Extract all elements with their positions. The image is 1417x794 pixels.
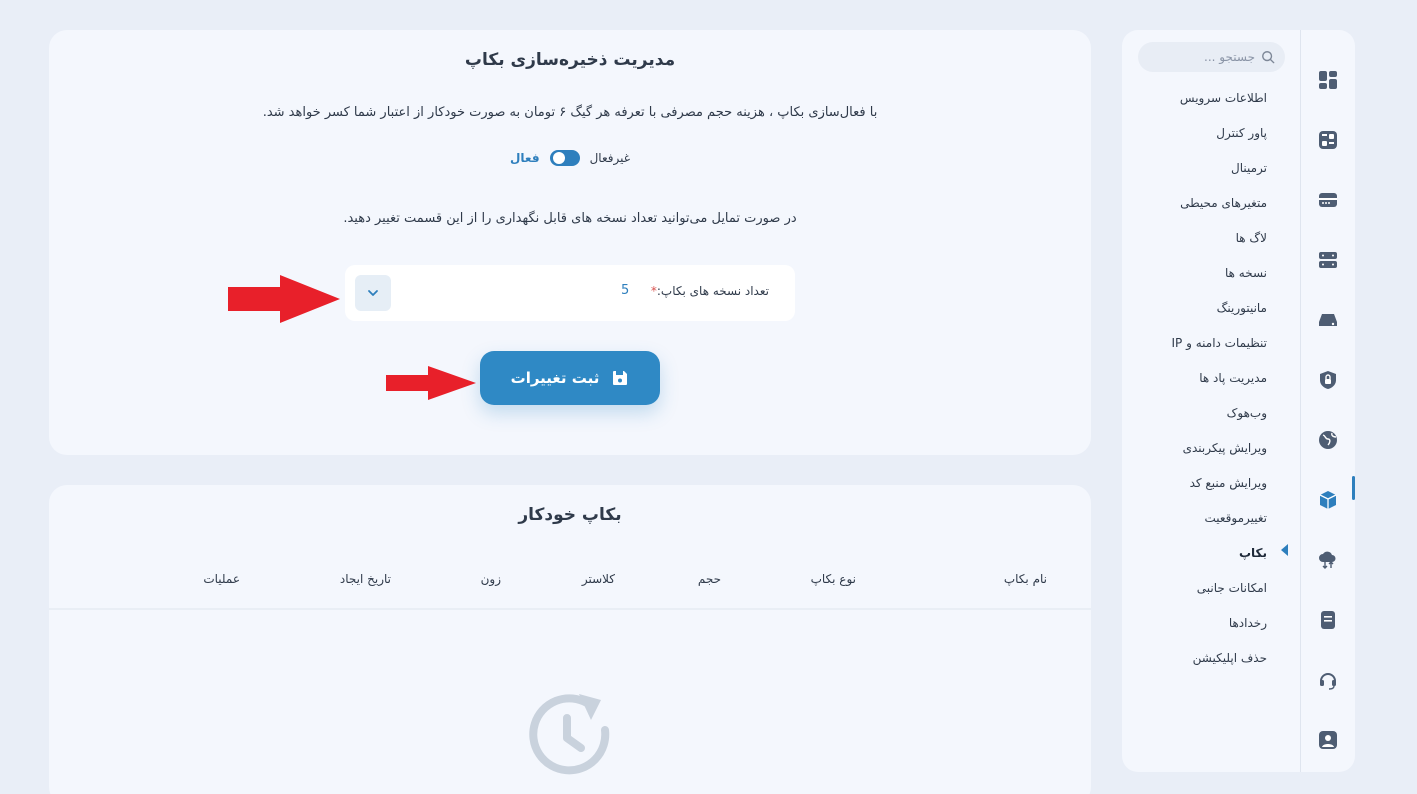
versions-hint: در صورت تمایل می‌توانید تعداد نسخه های ق… bbox=[343, 211, 797, 226]
sidebar-menu: اطلاعات سرویس پاور کنترل ترمینال متغیرها… bbox=[1140, 80, 1270, 675]
backup-table-header: نام بکاپ نوع بکاپ حجم کلاستر زون تاریخ ا… bbox=[49, 560, 1091, 610]
column-backup-type: نوع بکاپ bbox=[810, 572, 856, 586]
active-item-caret-icon bbox=[1281, 544, 1288, 556]
sidebar-item-service-info[interactable]: اطلاعات سرویس bbox=[1140, 80, 1270, 115]
search-input[interactable] bbox=[1155, 50, 1255, 64]
column-cluster: کلاستر bbox=[581, 572, 615, 586]
backup-versions-select[interactable]: تعداد نسخه های بکاپ:* 5 bbox=[345, 265, 795, 321]
package-icon[interactable] bbox=[1310, 470, 1346, 530]
user-icon[interactable] bbox=[1310, 710, 1346, 770]
toggle-knob bbox=[552, 152, 565, 164]
save-button-label: ثبت تغییرات bbox=[510, 369, 600, 387]
auto-backup-card: بکاپ خودکار نام بکاپ نوع بکاپ حجم کلاستر… bbox=[49, 485, 1091, 794]
annotation-arrow-icon bbox=[386, 366, 476, 400]
sidebar-item-domain-ip[interactable]: تنظیمات دامنه و IP bbox=[1140, 325, 1270, 360]
rail-active-indicator bbox=[1352, 476, 1355, 500]
storage-icon[interactable] bbox=[1310, 290, 1346, 350]
chevron-down-icon[interactable] bbox=[355, 275, 391, 311]
backup-toggle-row: غیرفعال فعال bbox=[49, 150, 1091, 166]
headset-icon[interactable] bbox=[1310, 650, 1346, 710]
sidebar-item-relocate[interactable]: تغییرموقعیت bbox=[1140, 500, 1270, 535]
dashboard-icon[interactable] bbox=[1310, 50, 1346, 110]
column-size: حجم bbox=[697, 572, 721, 586]
toggle-off-label: غیرفعال bbox=[589, 151, 630, 165]
backup-cost-description: با فعال‌سازی بکاپ ، هزینه حجم مصرفی با ت… bbox=[262, 105, 878, 120]
sidebar-item-monitoring[interactable]: مانیتورینگ bbox=[1140, 290, 1270, 325]
sidebar-search[interactable] bbox=[1138, 42, 1285, 72]
servers-icon[interactable] bbox=[1310, 230, 1346, 290]
history-icon bbox=[529, 694, 610, 775]
page-title: مدیریت ذخیره‌سازی بکاپ bbox=[464, 50, 676, 70]
cloud-transfer-icon[interactable] bbox=[1310, 530, 1346, 590]
sidebar-item-events[interactable]: رخدادها bbox=[1140, 605, 1270, 640]
search-icon bbox=[1262, 51, 1275, 64]
sidebar-item-backup[interactable]: بکاپ bbox=[1140, 535, 1270, 570]
annotation-arrow-icon bbox=[228, 275, 340, 323]
column-zone: زون bbox=[480, 572, 501, 586]
calculator-icon[interactable] bbox=[1310, 110, 1346, 170]
save-icon bbox=[613, 371, 628, 385]
column-created-date: تاریخ ایجاد bbox=[339, 572, 391, 586]
server-icon[interactable] bbox=[1310, 170, 1346, 230]
sidebar-item-webhook[interactable]: وب‌هوک bbox=[1140, 395, 1270, 430]
sidebar-item-addons[interactable]: امکانات جانبی bbox=[1140, 570, 1270, 605]
versions-value: 5 bbox=[621, 283, 630, 298]
sidebar-item-versions[interactable]: نسخه ها bbox=[1140, 255, 1270, 290]
sidebar-item-env-vars[interactable]: متغیرهای محیطی bbox=[1140, 185, 1270, 220]
document-icon[interactable] bbox=[1310, 590, 1346, 650]
sidebar-item-terminal[interactable]: ترمینال bbox=[1140, 150, 1270, 185]
column-actions: عملیات bbox=[203, 572, 240, 586]
sidebar-item-power-control[interactable]: پاور کنترل bbox=[1140, 115, 1270, 150]
sidebar-item-edit-source[interactable]: ویرایش منبع کد bbox=[1140, 465, 1270, 500]
column-backup-name: نام بکاپ bbox=[1003, 572, 1047, 586]
versions-label: تعداد نسخه های بکاپ:* bbox=[650, 284, 769, 298]
shield-lock-icon[interactable] bbox=[1310, 350, 1346, 410]
sidebar-divider bbox=[1300, 30, 1301, 772]
sidebar-item-delete-app[interactable]: حذف اپلیکیشن bbox=[1140, 640, 1270, 675]
auto-backup-title: بکاپ خودکار bbox=[518, 505, 622, 525]
toggle-on-label: فعال bbox=[510, 151, 540, 165]
globe-icon[interactable] bbox=[1310, 410, 1346, 470]
sidebar-item-edit-config[interactable]: ویرایش پیکربندی bbox=[1140, 430, 1270, 465]
icon-rail bbox=[1310, 50, 1346, 770]
save-changes-button[interactable]: ثبت تغییرات bbox=[480, 351, 660, 405]
sidebar-item-pods[interactable]: مدیریت پاد ها bbox=[1140, 360, 1270, 395]
backup-settings-card: مدیریت ذخیره‌سازی بکاپ با فعال‌سازی بکاپ… bbox=[49, 30, 1091, 455]
backup-enable-toggle[interactable] bbox=[549, 150, 580, 166]
sidebar-item-logs[interactable]: لاگ ها bbox=[1140, 220, 1270, 255]
